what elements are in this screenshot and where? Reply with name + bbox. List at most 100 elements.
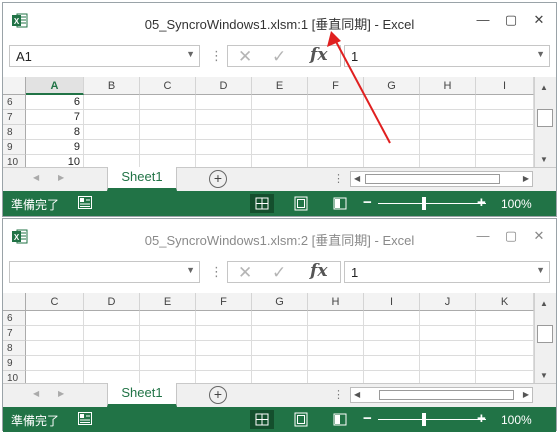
column-header[interactable]: G — [252, 293, 308, 311]
maximize-button[interactable]: ▢ — [501, 227, 521, 245]
zoom-out-button[interactable]: − — [363, 194, 372, 211]
next-sheet-icon[interactable]: ▶ — [58, 173, 64, 182]
title-bar[interactable]: X 05_SyncroWindows1.xlsm:2 [垂直同期] - Exce… — [3, 219, 556, 253]
row-header[interactable]: 10 — [3, 155, 26, 167]
row-header[interactable]: 10 — [3, 371, 26, 383]
worksheet-grid[interactable]: C D E F G H I J K 6 7 8 9 10 — [3, 293, 534, 383]
formula-bar-grip-icon[interactable]: ⋮ — [210, 264, 223, 280]
chevron-down-icon[interactable]: ▼ — [536, 49, 545, 59]
select-all-corner[interactable] — [3, 293, 26, 311]
zoom-slider-knob[interactable] — [422, 197, 426, 210]
sheet-tab[interactable]: Sheet1 — [107, 167, 177, 191]
scroll-right-icon[interactable]: ▶ — [523, 390, 529, 399]
scroll-up-icon[interactable]: ▲ — [540, 83, 548, 92]
macro-record-icon[interactable] — [78, 196, 92, 209]
scroll-right-icon[interactable]: ▶ — [523, 174, 529, 183]
row-header[interactable]: 9 — [3, 140, 26, 155]
zoom-level[interactable]: 100% — [501, 197, 532, 211]
column-header[interactable]: D — [196, 77, 252, 95]
add-sheet-icon[interactable]: + — [209, 170, 227, 188]
macro-record-icon[interactable] — [78, 412, 92, 425]
column-header[interactable]: H — [420, 77, 476, 95]
zoom-in-button[interactable]: + — [477, 194, 486, 211]
next-sheet-icon[interactable]: ▶ — [58, 389, 64, 398]
scroll-thumb[interactable] — [365, 174, 500, 184]
zoom-out-button[interactable]: − — [363, 410, 372, 427]
row-header[interactable]: 8 — [3, 341, 26, 356]
zoom-level[interactable]: 100% — [501, 413, 532, 427]
column-header[interactable]: E — [140, 293, 196, 311]
row-header[interactable]: 7 — [3, 326, 26, 341]
column-header[interactable]: J — [420, 293, 476, 311]
splitter-icon[interactable]: ⋮ — [333, 388, 344, 401]
column-header[interactable]: D — [84, 293, 140, 311]
horizontal-scrollbar[interactable]: ◀ ▶ — [350, 171, 533, 187]
minimize-button[interactable]: — — [473, 227, 493, 245]
cell[interactable]: 10 — [26, 155, 84, 167]
row-header[interactable]: 9 — [3, 356, 26, 371]
cancel-icon[interactable]: ✕ — [238, 47, 252, 67]
zoom-slider[interactable] — [378, 419, 486, 420]
row-header[interactable]: 7 — [3, 110, 26, 125]
prev-sheet-icon[interactable]: ◀ — [33, 173, 39, 182]
select-all-corner[interactable] — [3, 77, 26, 95]
scroll-thumb[interactable] — [537, 109, 553, 127]
scroll-thumb[interactable] — [379, 390, 514, 400]
column-header[interactable]: C — [26, 293, 84, 311]
column-header[interactable]: F — [196, 293, 252, 311]
zoom-slider[interactable] — [378, 203, 486, 204]
normal-view-button[interactable] — [250, 410, 274, 429]
name-box[interactable]: A1 ▼ — [9, 45, 200, 67]
minimize-button[interactable]: — — [473, 11, 493, 29]
insert-function-icon[interactable]: fx — [310, 261, 327, 281]
column-header[interactable]: A — [26, 77, 84, 95]
column-header[interactable]: G — [364, 77, 420, 95]
scroll-down-icon[interactable]: ▼ — [540, 371, 548, 380]
cell[interactable]: 7 — [26, 110, 84, 125]
prev-sheet-icon[interactable]: ◀ — [33, 389, 39, 398]
row-header[interactable]: 6 — [3, 95, 26, 110]
scroll-up-icon[interactable]: ▲ — [540, 299, 548, 308]
column-header[interactable]: B — [84, 77, 140, 95]
sheet-tab[interactable]: Sheet1 — [107, 383, 177, 407]
column-header[interactable]: C — [140, 77, 196, 95]
worksheet-grid[interactable]: A B C D E F G H I 6 7 8 9 10 6 7 8 9 10 — [3, 77, 534, 167]
splitter-icon[interactable]: ⋮ — [333, 172, 344, 185]
page-break-view-button[interactable] — [328, 194, 352, 213]
column-header[interactable]: H — [308, 293, 364, 311]
zoom-in-button[interactable]: + — [477, 410, 486, 427]
scroll-down-icon[interactable]: ▼ — [540, 155, 548, 164]
close-button[interactable]: ✕ — [529, 11, 549, 29]
title-bar[interactable]: X 05_SyncroWindows1.xlsm:1 [垂直同期] - Exce… — [3, 3, 556, 37]
cell[interactable]: 8 — [26, 125, 84, 140]
formula-input[interactable]: 1 ▼ — [344, 45, 550, 67]
zoom-slider-knob[interactable] — [422, 413, 426, 426]
normal-view-button[interactable] — [250, 194, 274, 213]
name-box[interactable]: ▼ — [9, 261, 200, 283]
column-header[interactable]: K — [476, 293, 534, 311]
scroll-thumb[interactable] — [537, 325, 553, 343]
add-sheet-icon[interactable]: + — [209, 386, 227, 404]
row-header[interactable]: 6 — [3, 311, 26, 326]
column-header[interactable]: I — [364, 293, 420, 311]
close-button[interactable]: ✕ — [529, 227, 549, 245]
maximize-button[interactable]: ▢ — [501, 11, 521, 29]
enter-check-icon[interactable]: ✓ — [272, 47, 286, 67]
cancel-icon[interactable]: ✕ — [238, 263, 252, 283]
formula-input[interactable]: 1 ▼ — [344, 261, 550, 283]
cell[interactable]: 6 — [26, 95, 84, 110]
row-header[interactable]: 8 — [3, 125, 26, 140]
page-break-view-button[interactable] — [328, 410, 352, 429]
horizontal-scrollbar[interactable]: ◀ ▶ — [350, 387, 533, 403]
chevron-down-icon[interactable]: ▼ — [186, 265, 195, 275]
vertical-scrollbar[interactable]: ▲ ▼ — [534, 293, 556, 383]
page-layout-view-button[interactable] — [289, 410, 313, 429]
cell[interactable]: 9 — [26, 140, 84, 155]
scroll-left-icon[interactable]: ◀ — [354, 390, 360, 399]
enter-check-icon[interactable]: ✓ — [272, 263, 286, 283]
chevron-down-icon[interactable]: ▼ — [186, 49, 195, 59]
column-header[interactable]: F — [308, 77, 364, 95]
chevron-down-icon[interactable]: ▼ — [536, 265, 545, 275]
vertical-scrollbar[interactable]: ▲ ▼ — [534, 77, 556, 167]
page-layout-view-button[interactable] — [289, 194, 313, 213]
